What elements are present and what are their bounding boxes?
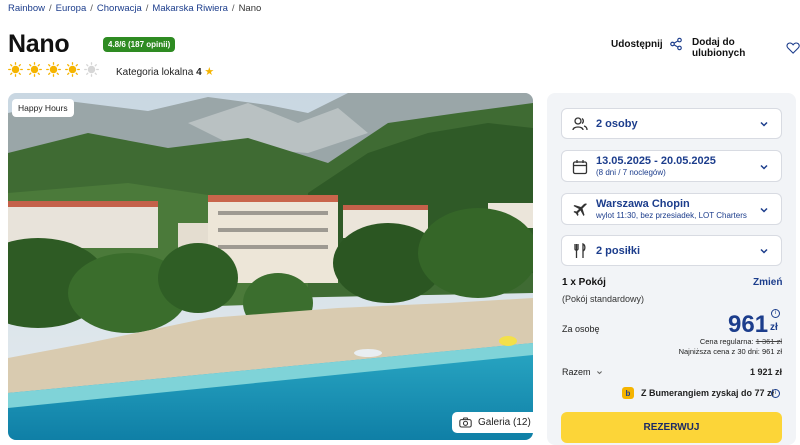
meals-select[interactable]: 2 posiłki [561,235,782,266]
sun-icon [27,62,42,77]
price-per-person: 961 [728,311,769,338]
dates-value: 13.05.2025 - 20.05.2025 [596,155,716,167]
dates-select[interactable]: 13.05.2025 - 20.05.2025 (8 dni / 7 nocle… [561,150,782,182]
sun-icon [46,62,61,77]
regular-price-value: 1 361 zł [755,337,782,346]
chevron-down-icon [760,207,768,213]
regular-price: Cena regularna: 1 361 zł [700,337,782,346]
cutlery-icon [574,243,586,258]
share-button[interactable]: Udostępnij [611,37,683,51]
breadcrumb-link-makarska[interactable]: Makarska Riwiera [152,3,228,14]
sun-empty-icon [84,62,99,77]
persons-icon [572,117,588,131]
price-info-icon[interactable]: i [771,309,780,318]
chevron-down-icon [760,164,768,170]
gallery-button[interactable]: Galeria (12) [452,412,538,433]
breadcrumb-separator: / [231,3,235,14]
star-icon: ★ [204,66,215,78]
total-toggle[interactable]: Razem [562,367,603,377]
hotel-photo-image [8,93,533,440]
sun-icon [65,62,80,77]
favorite-button[interactable]: Dodaj do ulubionych [692,37,800,59]
calendar-icon [572,160,588,175]
favorite-label: Dodaj do ulubionych [692,37,746,59]
breadcrumb-current: Nano [238,3,262,14]
plane-icon [573,203,587,216]
breadcrumb-link-chorwacja[interactable]: Chorwacja [97,3,142,14]
room-count: 1 x Pokój [562,277,606,288]
svg-text:b: b [626,389,631,398]
dates-duration: (8 dni / 7 noclegów) [596,168,666,177]
chevron-down-icon [760,121,768,127]
category-value: 4 [196,67,202,78]
meals-value: 2 posiłki [596,244,641,257]
price-currency: zł [770,322,778,333]
breadcrumb-separator: / [90,3,93,14]
departure-value: Warszawa Chopin [596,198,690,210]
hotel-title: Nano [8,30,70,58]
category-label: Kategoria lokalna [116,67,194,78]
bumerang-promo: b Z Bumerangiem zyskaj do 77 zł [622,387,774,399]
bumerang-icon: b [622,387,634,399]
breadcrumb-separator: / [48,3,52,14]
happy-hours-badge: Happy Hours [12,99,74,117]
hotel-photo[interactable] [8,93,533,440]
departure-details: wylot 11:30, bez przesiadek, LOT Charter… [596,211,747,220]
share-icon [669,37,682,51]
chevron-down-icon [596,370,602,374]
lowest-price-30-days: Najniższa cena z 30 dni: 961 zł [678,347,782,356]
persons-value: 2 osoby [596,117,638,130]
sun-icon [8,62,23,77]
rating-badge[interactable]: 4.8/6 (187 opinii) [103,37,176,52]
breadcrumb: Rainbow / Europa / Chorwacja / Makarska … [8,3,261,14]
share-label: Udostępnij [611,38,663,50]
breadcrumb-link-europa[interactable]: Europa [56,3,87,14]
local-category: Kategoria lokalna 4 ★ [116,65,214,78]
chevron-down-icon [760,248,768,254]
breadcrumb-link-rainbow[interactable]: Rainbow [8,3,45,14]
per-person-label: Za osobę [562,324,600,334]
total-label: Razem [562,367,591,377]
departure-select[interactable]: Warszawa Chopin wylot 11:30, bez przesia… [561,193,782,225]
reserve-button[interactable]: REZERWUJ [561,412,782,443]
bumerang-text: Z Bumerangiem zyskaj do 77 zł [641,388,775,398]
gallery-label: Galeria (12) [478,417,531,428]
persons-select[interactable]: 2 osoby [561,108,782,139]
sun-rating [8,62,99,77]
total-price: 1 921 zł [749,367,782,377]
change-room-link[interactable]: Zmień [753,277,782,288]
breadcrumb-separator: / [145,3,149,14]
bumerang-info-icon[interactable]: i [771,389,780,398]
heart-icon [786,42,800,54]
regular-price-label: Cena regularna: [699,337,754,346]
room-type: (Pokój standardowy) [562,294,645,304]
camera-icon [459,417,472,428]
